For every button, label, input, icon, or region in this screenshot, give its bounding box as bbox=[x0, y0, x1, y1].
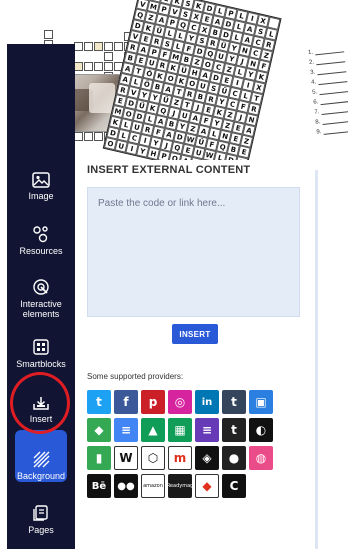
google-docs-icon: ≡ bbox=[114, 418, 138, 442]
word-list-number: 7. bbox=[314, 109, 320, 116]
sidebar-item-label: Image bbox=[28, 191, 54, 201]
readymag-icon: Readymag bbox=[167, 474, 193, 498]
crossword-cell bbox=[94, 132, 103, 141]
pinterest-icon: p bbox=[141, 390, 165, 414]
image-icon bbox=[32, 172, 50, 188]
wall-game-icon: ◐ bbox=[249, 418, 273, 442]
sidebar-item-smartblocks[interactable]: Smartblocks bbox=[7, 338, 75, 369]
flipsnack-icon: ▣ bbox=[249, 390, 273, 414]
crossword-cell bbox=[84, 132, 93, 141]
sidebar-item-image[interactable]: Image bbox=[7, 172, 75, 201]
crossword-cell bbox=[104, 52, 113, 61]
insert-button[interactable]: INSERT bbox=[172, 324, 218, 344]
crossword-cell bbox=[94, 62, 103, 71]
google-drive-icon: ▲ bbox=[141, 418, 165, 442]
smartblocks-icon bbox=[33, 339, 49, 355]
linkedin-icon: in bbox=[195, 390, 219, 414]
crossword-cell bbox=[74, 62, 83, 71]
google-forms-icon: ≡ bbox=[195, 418, 219, 442]
providers-label: Some supported providers: bbox=[87, 372, 184, 381]
pages-icon bbox=[33, 505, 48, 521]
providers-row: ◆ ≡ ▲ ▦ ≡ t ◐ bbox=[87, 418, 307, 442]
flickr-icon: ●● bbox=[114, 474, 138, 498]
word-list-number: 4. bbox=[310, 79, 317, 86]
crossword-cell bbox=[104, 42, 113, 51]
github-icon: ● bbox=[222, 446, 246, 470]
interactive-elements-icon bbox=[33, 279, 49, 295]
red-diamond-icon: ◆ bbox=[195, 474, 219, 498]
wikipedia-icon: W bbox=[114, 446, 138, 470]
resources-icon bbox=[33, 226, 48, 243]
codepen-icon: ◈ bbox=[195, 446, 219, 470]
sidebar-item-pages[interactable]: Pages bbox=[7, 504, 75, 535]
crossword-cell bbox=[44, 30, 53, 39]
insert-panel: INSERT EXTERNAL CONTENT INSERT Some supp… bbox=[75, 160, 315, 549]
word-list-number: 2. bbox=[308, 59, 315, 67]
word-search-grid: AYEKSKDLPLIX VMPVSXEADLASLQZAPQCXBDLACRD… bbox=[102, 0, 282, 175]
crossword-cell bbox=[74, 42, 83, 51]
background-icon bbox=[33, 451, 50, 468]
mentimeter-icon: m bbox=[168, 446, 192, 470]
behance-icon: Bē bbox=[87, 474, 111, 498]
google-maps-icon: ◆ bbox=[87, 418, 111, 442]
tumblr-dark-icon: t bbox=[222, 418, 246, 442]
3d-model-icon: ⬡ bbox=[141, 446, 165, 470]
sidebar-item-label: Resources bbox=[19, 246, 63, 256]
sidebar-item-label: Background bbox=[16, 471, 66, 481]
editor-sidebar: Image Resources Interactive elements Sma… bbox=[7, 44, 75, 549]
crossword-cell bbox=[84, 62, 93, 71]
amazon-icon: amazon bbox=[141, 474, 165, 498]
sidebar-item-label: Pages bbox=[28, 525, 54, 535]
sidebar-item-resources[interactable]: Resources bbox=[7, 225, 75, 256]
panel-title: INSERT EXTERNAL CONTENT bbox=[87, 164, 251, 176]
google-charts-icon: ▮ bbox=[87, 446, 111, 470]
crossword-cell bbox=[104, 62, 113, 71]
word-search-sheet: AYEKSKDLPLIX VMPVSXEADLASLQZAPQCXBDLACRD… bbox=[102, 0, 320, 175]
copyright-c-icon: C bbox=[222, 474, 246, 498]
highlight-circle bbox=[10, 372, 70, 434]
word-list-number: 9. bbox=[316, 129, 322, 136]
panel-divider bbox=[315, 170, 318, 549]
crossword-cell bbox=[94, 42, 103, 51]
word-list-number: 5. bbox=[311, 89, 318, 96]
providers-row: ▮ W ⬡ m ◈ ● ◍ bbox=[87, 446, 307, 470]
word-list-number: 8. bbox=[315, 119, 321, 126]
facebook-icon: f bbox=[114, 390, 138, 414]
word-list-number: 3. bbox=[309, 69, 316, 76]
google-sheets-icon: ▦ bbox=[168, 418, 192, 442]
sidebar-item-label: Smartblocks bbox=[16, 359, 66, 369]
crossword-cell bbox=[74, 132, 83, 141]
sidebar-item-background[interactable]: Background bbox=[7, 450, 75, 481]
providers-row: t f p ◎ in t ▣ bbox=[87, 390, 307, 414]
instagram-icon: ◎ bbox=[168, 390, 192, 414]
crossword-cell bbox=[84, 42, 93, 51]
sidebar-item-label: Interactive elements bbox=[20, 299, 62, 319]
paste-box bbox=[87, 187, 300, 317]
embed-code-input[interactable] bbox=[88, 188, 299, 316]
providers-row: Bē ●● amazon Readymag ◆ C bbox=[87, 474, 307, 498]
sidebar-item-interactive-elements[interactable]: Interactive elements bbox=[7, 278, 75, 319]
tumblr-icon: t bbox=[222, 390, 246, 414]
dribbble-icon: ◍ bbox=[249, 446, 273, 470]
twitter-icon: t bbox=[87, 390, 111, 414]
word-list-number: 6. bbox=[313, 99, 319, 106]
providers-grid: t f p ◎ in t ▣ ◆ ≡ ▲ ▦ ≡ t ◐ ▮ W ⬡ m ◈ ● ◍ Bē ●● amazon Readymag… bbox=[87, 390, 307, 502]
word-list-number: 1. bbox=[307, 49, 314, 57]
